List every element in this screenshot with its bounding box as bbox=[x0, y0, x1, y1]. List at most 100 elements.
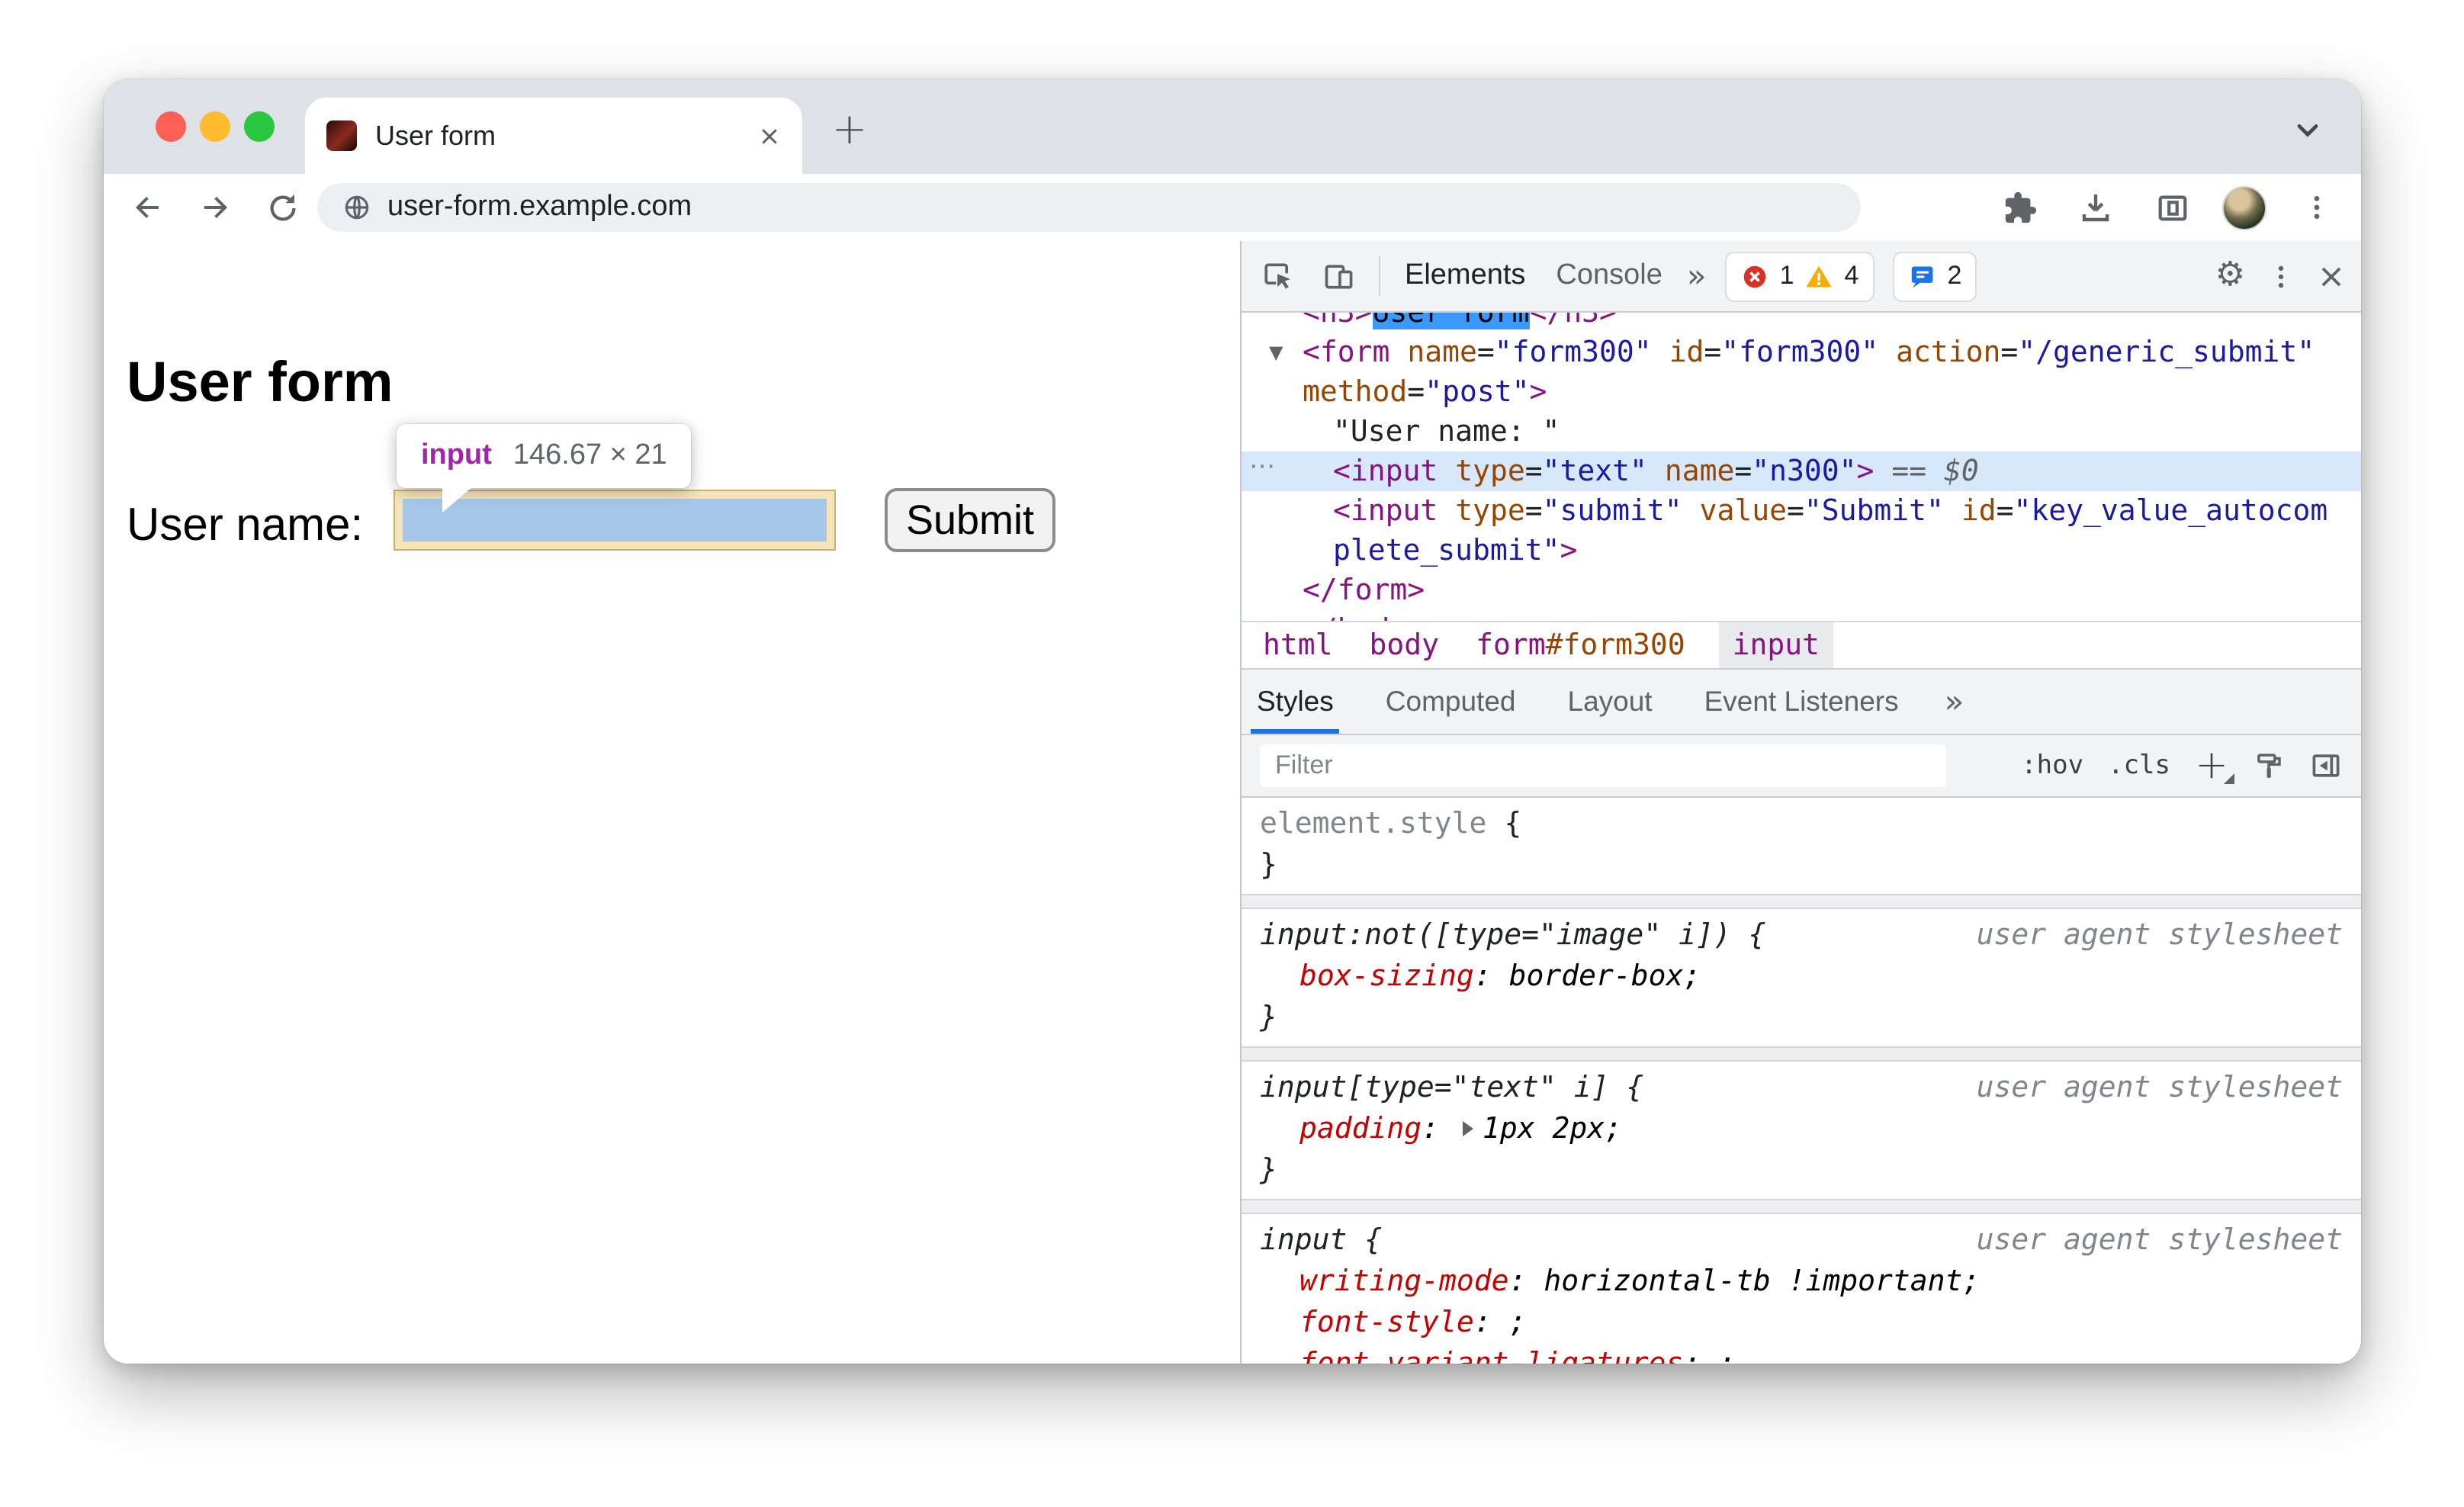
profile-avatar[interactable] bbox=[2222, 185, 2266, 230]
style-rule[interactable]: input:not([type="image" i]) { user agent … bbox=[1242, 909, 2361, 1046]
breadcrumb: html body form #form300 input bbox=[1242, 621, 2361, 668]
nav-buttons bbox=[122, 182, 308, 233]
rule-selector: element.style { bbox=[1260, 807, 1522, 840]
style-rule[interactable]: input[type="text" i] { user agent stylesh… bbox=[1242, 1062, 2361, 1199]
style-rule[interactable]: element.style {} bbox=[1242, 798, 2361, 894]
rule-origin: user agent stylesheet bbox=[1976, 918, 2343, 952]
tab-title: User form bbox=[375, 120, 496, 150]
breadcrumb-item[interactable]: html bbox=[1260, 622, 1336, 668]
sidebar-tab-event-listeners[interactable]: Event Listeners bbox=[1698, 670, 1905, 734]
browser-window: User form + user-form.example.com User f… bbox=[104, 79, 2361, 1364]
dom-tree-line[interactable]: <input type="submit" value="Submit" id="… bbox=[1242, 491, 2361, 531]
message-count: 2 bbox=[1947, 261, 1962, 290]
sidebar-tab-styles[interactable]: Styles bbox=[1251, 670, 1341, 734]
dom-tree-line[interactable]: plete_submit"> bbox=[1242, 531, 2361, 570]
toolbar-separator bbox=[1379, 256, 1380, 296]
rule-selector: input { bbox=[1260, 1223, 1383, 1257]
dom-tree-line[interactable]: ⋯ <input type="text" name="n300"> == $0 bbox=[1242, 451, 2361, 491]
page-viewport: User form input 146.67 × 21 User name: S… bbox=[104, 241, 1242, 1364]
dom-tree-line[interactable]: method="post"> bbox=[1242, 372, 2361, 412]
devtools-toolbar-right: ⚙ bbox=[2215, 259, 2346, 293]
close-window-button[interactable] bbox=[156, 111, 186, 142]
expand-value-icon[interactable] bbox=[1462, 1121, 1473, 1136]
tooltip-element-size: 146.67 × 21 bbox=[512, 439, 667, 471]
css-property[interactable]: font-variant-ligatures: ; bbox=[1260, 1344, 2343, 1364]
forward-button[interactable] bbox=[189, 182, 241, 233]
toggle-hover-state[interactable]: :hov bbox=[2021, 750, 2083, 781]
tab-close-icon[interactable] bbox=[758, 124, 781, 147]
toggle-classes[interactable]: .cls bbox=[2108, 750, 2170, 781]
downloads-button[interactable] bbox=[2070, 182, 2122, 233]
breadcrumb-item[interactable]: form #form300 bbox=[1473, 622, 1688, 668]
inspect-element-button[interactable] bbox=[1257, 250, 1299, 302]
error-icon bbox=[1743, 265, 1765, 288]
collapse-sidebar-icon[interactable] bbox=[2309, 749, 2343, 782]
more-panels-icon[interactable]: » bbox=[1687, 259, 1707, 292]
browser-menu-button[interactable] bbox=[2291, 182, 2343, 233]
rule-selector: input[type="text" i] { bbox=[1260, 1071, 1644, 1104]
styles-pane: element.style {} input:not([type="image" … bbox=[1242, 798, 2361, 1364]
new-style-rule-button[interactable]: + bbox=[2195, 743, 2234, 789]
settings-gear-icon[interactable]: ⚙ bbox=[2215, 259, 2245, 293]
section-divider bbox=[1242, 1046, 2361, 1062]
tab-strip: User form + bbox=[104, 79, 2361, 174]
address-bar[interactable]: user-form.example.com bbox=[317, 183, 1861, 232]
tab-search-chevron-icon[interactable] bbox=[2288, 110, 2327, 149]
node-menu-icon[interactable]: ⋯ bbox=[1249, 447, 1275, 487]
css-property[interactable]: writing-mode: horizontal-tb !important; bbox=[1260, 1261, 2343, 1303]
side-panel-button[interactable] bbox=[2146, 182, 2198, 233]
back-button[interactable] bbox=[122, 182, 174, 233]
browser-tab[interactable]: User form bbox=[305, 98, 802, 174]
css-property[interactable]: font-style: ; bbox=[1260, 1303, 2343, 1344]
device-toolbar-button[interactable] bbox=[1318, 250, 1361, 302]
devtools-tab-elements[interactable]: Elements bbox=[1399, 259, 1531, 293]
devtools-close-icon[interactable] bbox=[2317, 262, 2346, 291]
dom-tree-line[interactable]: </form> bbox=[1242, 570, 2361, 610]
styles-filter-input[interactable] bbox=[1260, 744, 1946, 787]
minimize-window-button[interactable] bbox=[200, 111, 230, 142]
breadcrumb-item[interactable]: input bbox=[1718, 622, 1834, 668]
window-content: User form input 146.67 × 21 User name: S… bbox=[104, 241, 2361, 1364]
window-controls bbox=[156, 111, 275, 142]
section-divider bbox=[1242, 894, 2361, 909]
sidebar-tab-computed[interactable]: Computed bbox=[1380, 670, 1522, 734]
warning-count: 4 bbox=[1844, 261, 1859, 290]
dom-tree-line[interactable]: ▼ <form name="form300" id="form300" actio… bbox=[1242, 333, 2361, 372]
sidebar-tabs: Styles Computed Layout Event Listeners » bbox=[1242, 668, 2361, 735]
dom-tree-line[interactable]: <h3>User form</h3> bbox=[1242, 313, 2361, 333]
style-rule[interactable]: input {user agent stylesheet writing-mode… bbox=[1242, 1214, 2361, 1364]
devtools-tab-console[interactable]: Console bbox=[1550, 259, 1668, 293]
rule-close-brace: } bbox=[1260, 848, 1277, 882]
tooltip-caret bbox=[442, 487, 473, 513]
rendering-emulation-icon[interactable] bbox=[2253, 750, 2285, 782]
inspect-tooltip: input 146.67 × 21 bbox=[397, 424, 692, 488]
submit-button[interactable]: Submit bbox=[885, 488, 1055, 552]
css-property[interactable]: box-sizing: border-box; bbox=[1260, 956, 2343, 998]
error-count: 1 bbox=[1779, 261, 1794, 290]
zoom-window-button[interactable] bbox=[244, 111, 275, 142]
more-sidebar-tabs-icon[interactable]: » bbox=[1945, 685, 1964, 718]
new-tab-button[interactable]: + bbox=[824, 104, 875, 156]
dom-tree-line[interactable]: </body> bbox=[1242, 610, 2361, 621]
screenshot-stage: User form + user-form.example.com User f… bbox=[0, 0, 2464, 1507]
devtools-menu-icon[interactable] bbox=[2266, 262, 2295, 291]
toolbar-right bbox=[1993, 174, 2343, 241]
sidebar-tab-layout[interactable]: Layout bbox=[1562, 670, 1659, 734]
favicon bbox=[326, 120, 357, 151]
plus-icon: + bbox=[2195, 743, 2228, 789]
rule-selector: input:not([type="image" i]) { bbox=[1260, 918, 1766, 952]
issues-badge[interactable]: 1 4 bbox=[1724, 251, 1875, 301]
devtools-toolbar: Elements Console » 1 4 2 ⚙ bbox=[1242, 241, 2361, 313]
rule-origin: user agent stylesheet bbox=[1976, 1071, 2343, 1104]
dom-tree-line[interactable]: "User name: " bbox=[1242, 412, 2361, 451]
dom-tree: <h3>User form</h3> ▼ <form name="form300" … bbox=[1242, 313, 2361, 621]
site-info-icon[interactable] bbox=[342, 192, 372, 223]
breadcrumb-item[interactable]: body bbox=[1367, 622, 1443, 668]
expand-arrow-icon[interactable]: ▼ bbox=[1269, 333, 1283, 372]
reload-button[interactable] bbox=[256, 182, 308, 233]
css-property[interactable]: padding: 1px 2px; bbox=[1260, 1109, 2343, 1150]
warning-icon bbox=[1806, 265, 1833, 287]
extensions-button[interactable] bbox=[1993, 182, 2045, 233]
messages-badge[interactable]: 2 bbox=[1892, 251, 1977, 301]
tooltip-element-tag: input bbox=[421, 439, 492, 471]
